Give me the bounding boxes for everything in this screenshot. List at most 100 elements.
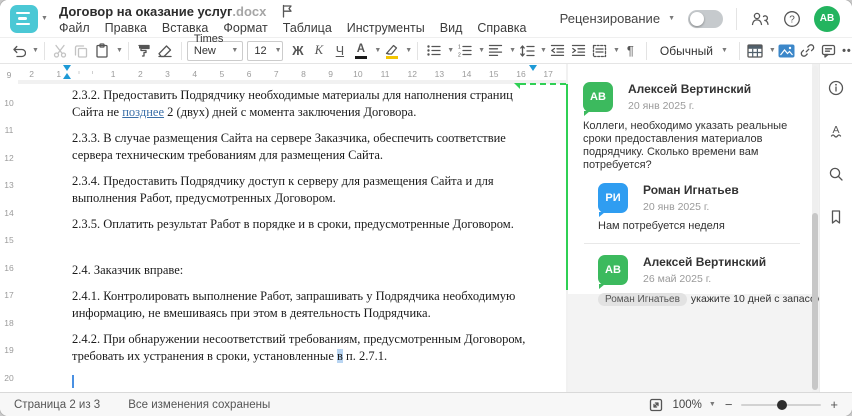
- align-button[interactable]: [485, 40, 506, 62]
- scrollbar-thumb[interactable]: [812, 213, 818, 390]
- bullet-list-menu-caret[interactable]: ▼: [447, 47, 454, 54]
- collaborators-icon[interactable]: [750, 11, 770, 27]
- paste-menu-caret[interactable]: ▼: [116, 47, 123, 54]
- clear-formatting-button[interactable]: [155, 40, 176, 62]
- ruler-number: 2: [18, 67, 46, 80]
- comments-panel: АВ Алексей Вертинский 20 янв 2025 г. Кол…: [568, 64, 823, 392]
- line-spacing-button[interactable]: [516, 40, 537, 62]
- format-painter-button[interactable]: [134, 40, 155, 62]
- numbered-list-menu-caret[interactable]: ▼: [478, 47, 485, 54]
- review-toggle[interactable]: [688, 9, 723, 28]
- italic-button[interactable]: К: [308, 40, 329, 62]
- comment-avatar: РИ: [598, 183, 628, 217]
- paragraph-2-3-4[interactable]: 2.3.4. Предоставить Подрядчику доступ к …: [72, 173, 542, 207]
- bullet-list-button[interactable]: [423, 40, 444, 62]
- app-logo[interactable]: [10, 4, 38, 33]
- insert-table-button[interactable]: [745, 40, 766, 62]
- insert-image-button[interactable]: [776, 40, 797, 62]
- ruler-number: 13: [425, 67, 453, 80]
- page-indicator[interactable]: Страница 2 из 3: [14, 399, 100, 411]
- font-color-menu-caret[interactable]: ▼: [374, 47, 381, 54]
- zoom-out-button[interactable]: −: [725, 398, 733, 411]
- commented-text[interactable]: позднее: [122, 105, 164, 119]
- right-indent-marker[interactable]: [529, 65, 537, 71]
- user-avatar[interactable]: АВ: [814, 5, 840, 32]
- numbered-list-button[interactable]: 12: [454, 40, 475, 62]
- vertical-scrollbar[interactable]: [812, 66, 818, 390]
- review-mode-dropdown[interactable]: Рецензирование ▼: [560, 11, 675, 26]
- decrease-indent-button[interactable]: [547, 40, 568, 62]
- comment[interactable]: АВ Алексей Вертинский 20 янв 2025 г. Кол…: [583, 82, 800, 172]
- chevron-down-icon: ▼: [274, 47, 282, 54]
- line-spacing-menu-caret[interactable]: ▼: [540, 47, 547, 54]
- font-color-button[interactable]: А: [350, 40, 371, 62]
- menu-item[interactable]: Справка: [477, 21, 526, 35]
- logo-menu-caret-icon[interactable]: ▼: [41, 15, 48, 22]
- document-text[interactable]: 2.3.2. Предоставить Подрядчику необходим…: [72, 87, 542, 400]
- document-title-extension: .docx: [232, 3, 267, 19]
- fit-to-width-icon[interactable]: [649, 398, 663, 412]
- paste-button[interactable]: [92, 40, 113, 62]
- flag-icon[interactable]: [281, 4, 293, 18]
- font-name-select[interactable]: Times New ... ▼: [186, 33, 244, 69]
- show-formatting-marks-button[interactable]: ¶: [620, 40, 641, 62]
- menu-item[interactable]: Правка: [105, 21, 147, 35]
- comment-thread[interactable]: АВ Алексей Вертинский 20 янв 2025 г. Кол…: [568, 64, 823, 306]
- mention-chip[interactable]: Роман Игнатьев: [598, 293, 687, 306]
- paragraph-2-4[interactable]: 2.4. Заказчик вправе:: [72, 262, 542, 279]
- empty-paragraph[interactable]: [72, 242, 542, 253]
- caret-paragraph[interactable]: [72, 374, 542, 391]
- menu-item[interactable]: Инструменты: [347, 21, 425, 35]
- document-info-icon[interactable]: [827, 77, 845, 99]
- help-icon[interactable]: ?: [783, 10, 801, 28]
- menu-item[interactable]: Вид: [440, 21, 463, 35]
- search-icon[interactable]: [827, 163, 845, 185]
- comment-date: 20 янв 2025 г.: [643, 201, 710, 213]
- ruler-number: 5: [208, 67, 236, 80]
- paragraph-settings-menu-caret[interactable]: ▼: [613, 47, 620, 54]
- bold-button[interactable]: Ж: [287, 40, 308, 62]
- highlight-menu-caret[interactable]: ▼: [405, 47, 412, 54]
- zoom-slider[interactable]: [741, 399, 822, 410]
- align-menu-caret[interactable]: ▼: [509, 47, 516, 54]
- zoom-slider-handle[interactable]: [777, 399, 788, 410]
- comment-text: Коллеги, необходимо указать реальные сро…: [583, 120, 788, 171]
- ruler-number: 19: [4, 345, 14, 355]
- comment-reply[interactable]: АВ Алексей Вертинский 26 май 2025 г.: [598, 255, 800, 289]
- comment-reply[interactable]: РИ Роман Игнатьев 20 янв 2025 г. Нам пот…: [598, 183, 800, 233]
- undo-button[interactable]: [8, 40, 29, 62]
- content-area: 21123456789101112131415161718 9101112131…: [0, 64, 852, 392]
- paragraph-2-4-1[interactable]: 2.4.1. Контролировать выполнение Работ, …: [72, 288, 542, 322]
- zoom-level-select[interactable]: 100% ▼: [672, 399, 715, 411]
- menu-item[interactable]: Таблица: [283, 21, 332, 35]
- ruler-number: 12: [4, 152, 14, 163]
- paragraph-2-4-2[interactable]: 2.4.2. При обнаружении несоответствий тр…: [72, 331, 542, 365]
- highlight-color-button[interactable]: [381, 40, 402, 62]
- first-line-indent-marker[interactable]: [63, 65, 71, 71]
- cut-button[interactable]: [50, 40, 71, 62]
- paragraph-2-3-2[interactable]: 2.3.2. Предоставить Подрядчику необходим…: [72, 87, 542, 121]
- more-tools-button[interactable]: •••: [839, 40, 852, 62]
- menu-item[interactable]: Формат: [223, 21, 267, 35]
- copy-button[interactable]: [71, 40, 92, 62]
- font-size-select[interactable]: 12 ▼: [247, 40, 284, 61]
- font-color-glyph: А: [356, 42, 366, 55]
- spellcheck-icon[interactable]: А: [827, 120, 845, 142]
- insert-table-menu-caret[interactable]: ▼: [769, 47, 776, 54]
- paragraph-2-3-3[interactable]: 2.3.3. В случае размещения Сайта на серв…: [72, 130, 542, 164]
- ruler-number: 11: [4, 125, 14, 135]
- insert-comment-button[interactable]: [818, 40, 839, 62]
- paragraph-style-select[interactable]: Обычный ▼: [653, 40, 732, 61]
- zoom-in-button[interactable]: +: [830, 398, 838, 411]
- logo-line: [16, 11, 30, 15]
- left-indent-marker[interactable]: [63, 73, 71, 79]
- underline-button[interactable]: Ч: [329, 40, 350, 62]
- undo-menu-caret[interactable]: ▼: [32, 47, 39, 54]
- paragraph-2-3-5[interactable]: 2.3.5. Оплатить результат Работ в порядк…: [72, 216, 542, 233]
- bookmark-icon[interactable]: [827, 206, 845, 228]
- increase-indent-button[interactable]: [568, 40, 589, 62]
- menu-item[interactable]: Файл: [59, 21, 90, 35]
- paragraph-settings-button[interactable]: [589, 40, 610, 62]
- insert-link-button[interactable]: [797, 40, 818, 62]
- document-page[interactable]: 2.3.2. Предоставить Подрядчику необходим…: [18, 84, 566, 392]
